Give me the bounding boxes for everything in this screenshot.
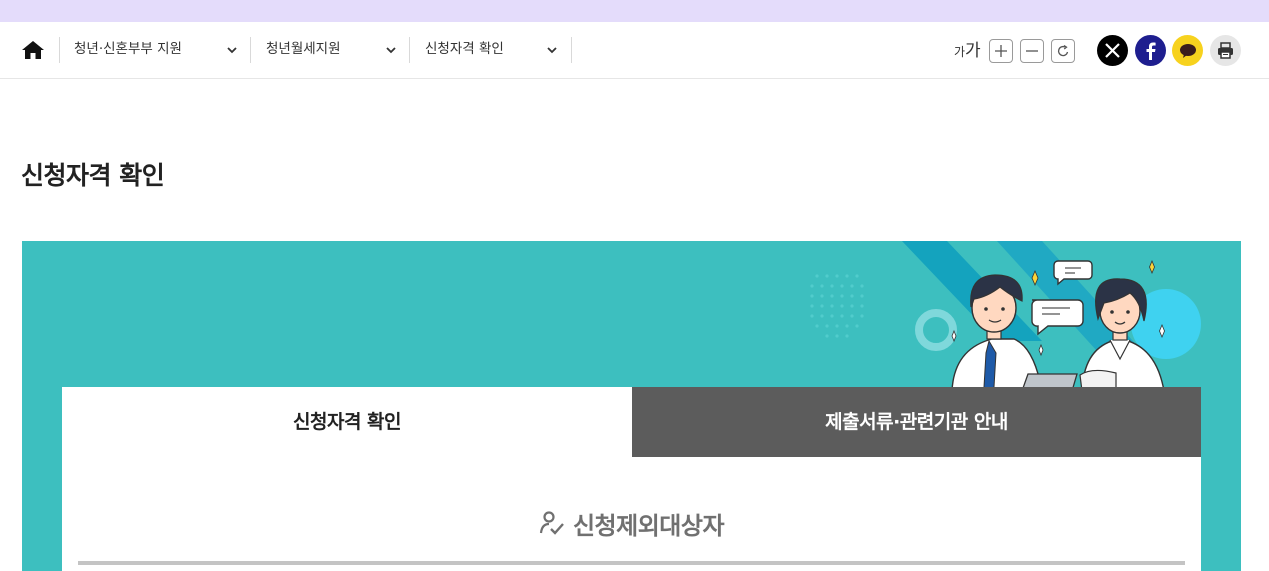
font-increase-button[interactable] [988,39,1013,63]
font-reset-button[interactable] [1050,39,1075,63]
page-title: 신청자격 확인 [21,161,165,190]
minus-icon [1025,50,1038,52]
chevron-down-icon [547,47,557,54]
tab-eligibility[interactable]: 신청자격 확인 [62,387,632,457]
person-check-icon [539,511,564,535]
divider [409,37,410,63]
plus-icon [994,45,1007,57]
top-strip [0,0,1269,22]
chevron-down-icon [227,47,237,54]
kakaotalk-icon [1179,43,1196,58]
divider [571,37,572,63]
breadcrumb-label: 신청자격 확인 [425,41,504,57]
font-size-label: 가가 [954,40,981,61]
section-heading: 신청제외대상자 [62,503,1201,543]
divider [250,37,251,63]
share-x-button[interactable] [1097,35,1128,66]
print-button[interactable] [1210,35,1241,66]
facebook-icon [1146,42,1156,60]
font-decrease-button[interactable] [1019,39,1044,63]
section-divider [78,561,1185,565]
breadcrumb-navbar: 청년·신혼부부 지원 청년월세지원 신청자격 확인 가가 [0,22,1269,79]
breadcrumb-item-youth-newlywed[interactable]: 청년·신혼부부 지원 [74,38,238,62]
x-icon [1105,43,1120,58]
consultation-illustration [810,241,1201,391]
home-icon[interactable] [20,37,46,63]
breadcrumb-item-youth-rent[interactable]: 청년월세지원 [266,38,397,62]
share-kakaotalk-button[interactable] [1172,35,1203,66]
breadcrumb-label: 청년월세지원 [266,41,341,57]
chevron-down-icon [386,47,396,54]
tab-documents-agencies[interactable]: 제출서류·관련기관 안내 [632,387,1201,457]
section-title: 신청제외대상자 [572,511,725,540]
share-facebook-button[interactable] [1135,35,1166,66]
breadcrumb-label: 청년·신혼부부 지원 [74,41,182,57]
reset-icon [1057,44,1068,57]
font-size-tools: 가가 [954,38,1082,64]
breadcrumb-item-eligibility[interactable]: 신청자격 확인 [425,38,558,62]
print-icon [1218,42,1233,59]
divider [59,37,60,63]
